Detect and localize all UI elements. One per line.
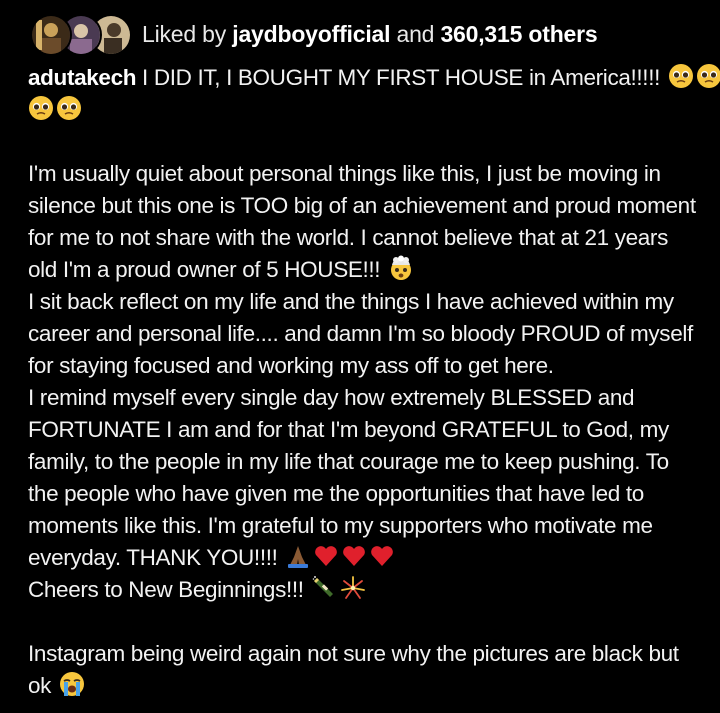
caption-text-line: for me to not share with the world. I ca… [28,225,668,250]
liker-avatars[interactable] [30,14,132,56]
pleading-face-icon [696,63,720,89]
caption-username[interactable]: adutakech [28,65,137,90]
likes-summary[interactable]: Liked by jaydboyofficial and 360,315 oth… [142,21,598,48]
caption-first-line: adutakech I DID IT, I BOUGHT MY FIRST HO… [28,62,720,94]
caption-text: ok [28,673,57,698]
caption-text: old I'm a proud owner of 5 HOUSE!!! [28,257,387,282]
caption-text-line: career and personal life.... and damn I'… [28,321,693,346]
caption-text-line: FORTUNATE I am and for that I'm beyond G… [28,417,669,442]
likes-prefix: Liked by [142,20,233,47]
caption-emoji-line [28,94,696,126]
caption-text-line: old I'm a proud owner of 5 HOUSE!!! [28,254,696,286]
caption-text-line: the people who have given me the opportu… [28,481,644,506]
caption-text-line: I remind myself every single day how ext… [28,385,635,410]
pleading-face-icon [56,95,82,121]
post-caption: adutakech I DID IT, I BOUGHT MY FIRST HO… [28,62,720,702]
exploding-head-icon [388,255,414,281]
caption-headline: I DID IT, I BOUGHT MY FIRST HOUSE in Ame… [136,65,666,90]
red-heart-icon [341,543,367,569]
caption-text-line: silence but this one is TOO big of an ac… [28,193,696,218]
likes-count[interactable]: 360,315 others [440,21,597,47]
caption-text-line: Cheers to New Beginnings!!! [28,574,696,606]
caption-text: everyday. THANK YOU!!!! [28,545,284,570]
likes-middle: and [390,20,441,47]
caption-text-line: moments like this. I'm grateful to my su… [28,513,653,538]
red-heart-icon [369,543,395,569]
champagne-bottle-icon [312,575,338,601]
likes-row[interactable]: Liked by jaydboyofficial and 360,315 oth… [30,12,598,56]
caption-text-line: I sit back reflect on my life and the th… [28,289,674,314]
caption-text: Cheers to New Beginnings!!! [28,577,310,602]
caption-text-line: Instagram being weird again not sure why… [28,641,679,666]
fireworks-icon [340,575,366,601]
loudly-crying-face-icon [59,671,85,697]
pleading-face-icon [28,95,54,121]
avatar[interactable] [30,14,72,56]
caption-text-line: I'm usually quiet about personal things … [28,161,661,186]
caption-text-line: ok [28,670,696,702]
pleading-face-icon [668,63,694,89]
caption-text-line: everyday. THANK YOU!!!! [28,542,696,574]
caption-text-line: for staying focused and working my ass o… [28,353,554,378]
liker-username[interactable]: jaydboyofficial [232,21,390,47]
red-heart-icon [313,543,339,569]
folded-hands-icon [285,543,311,569]
caption-text-line: family, to the people in my life that co… [28,449,669,474]
